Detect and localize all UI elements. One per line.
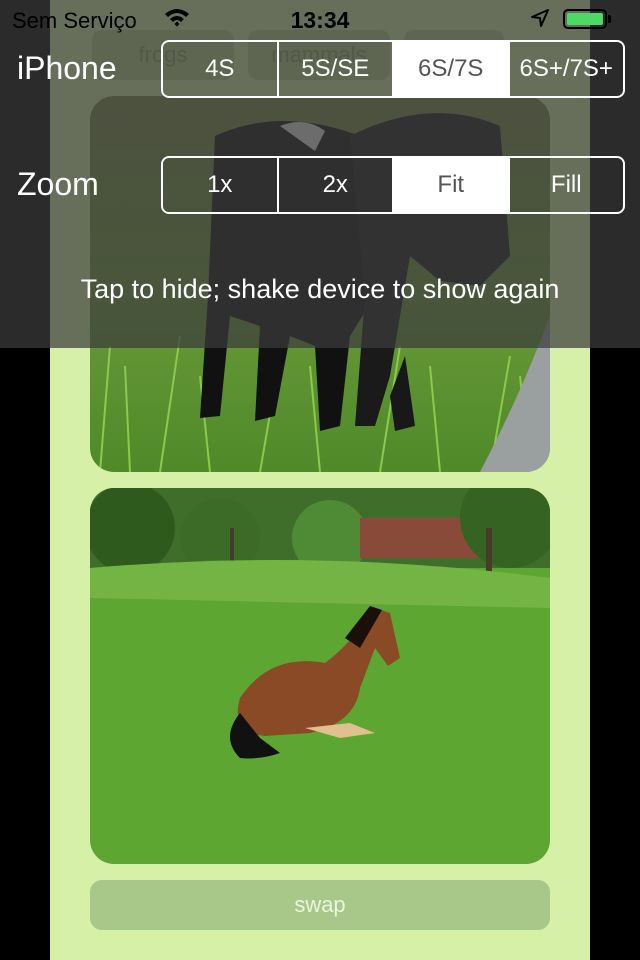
segment-2x[interactable]: 2x (276, 158, 393, 212)
segment-5s-se[interactable]: 5S/SE (276, 42, 393, 96)
horse-photo (90, 488, 550, 864)
hint-text: Tap to hide; shake device to show again (80, 274, 560, 304)
segment-6s-7s[interactable]: 6S/7S (392, 42, 508, 96)
zoom-segmented-control: 1x 2x Fit Fill (161, 156, 625, 214)
swap-button[interactable]: swap (90, 880, 550, 930)
device-label: iPhone (17, 50, 117, 86)
status-bar: Sem Serviço 13:34 (0, 0, 640, 40)
settings-overlay[interactable]: Sem Serviço 13:34 iPhone 4S 5S/SE 6S/7S … (0, 0, 640, 348)
segment-fill[interactable]: Fill (507, 158, 624, 212)
device-segmented-control: 4S 5S/SE 6S/7S 6S+/7S+ (161, 40, 625, 98)
location-arrow-icon (530, 8, 550, 34)
segment-6s-plus-7s-plus[interactable]: 6S+/7S+ (507, 42, 624, 96)
segment-1x[interactable]: 1x (163, 158, 277, 212)
segment-fit[interactable]: Fit (392, 158, 508, 212)
zoom-label: Zoom (17, 166, 99, 202)
battery-cap (608, 15, 611, 23)
battery-icon (563, 9, 607, 29)
segment-4s[interactable]: 4S (163, 42, 277, 96)
